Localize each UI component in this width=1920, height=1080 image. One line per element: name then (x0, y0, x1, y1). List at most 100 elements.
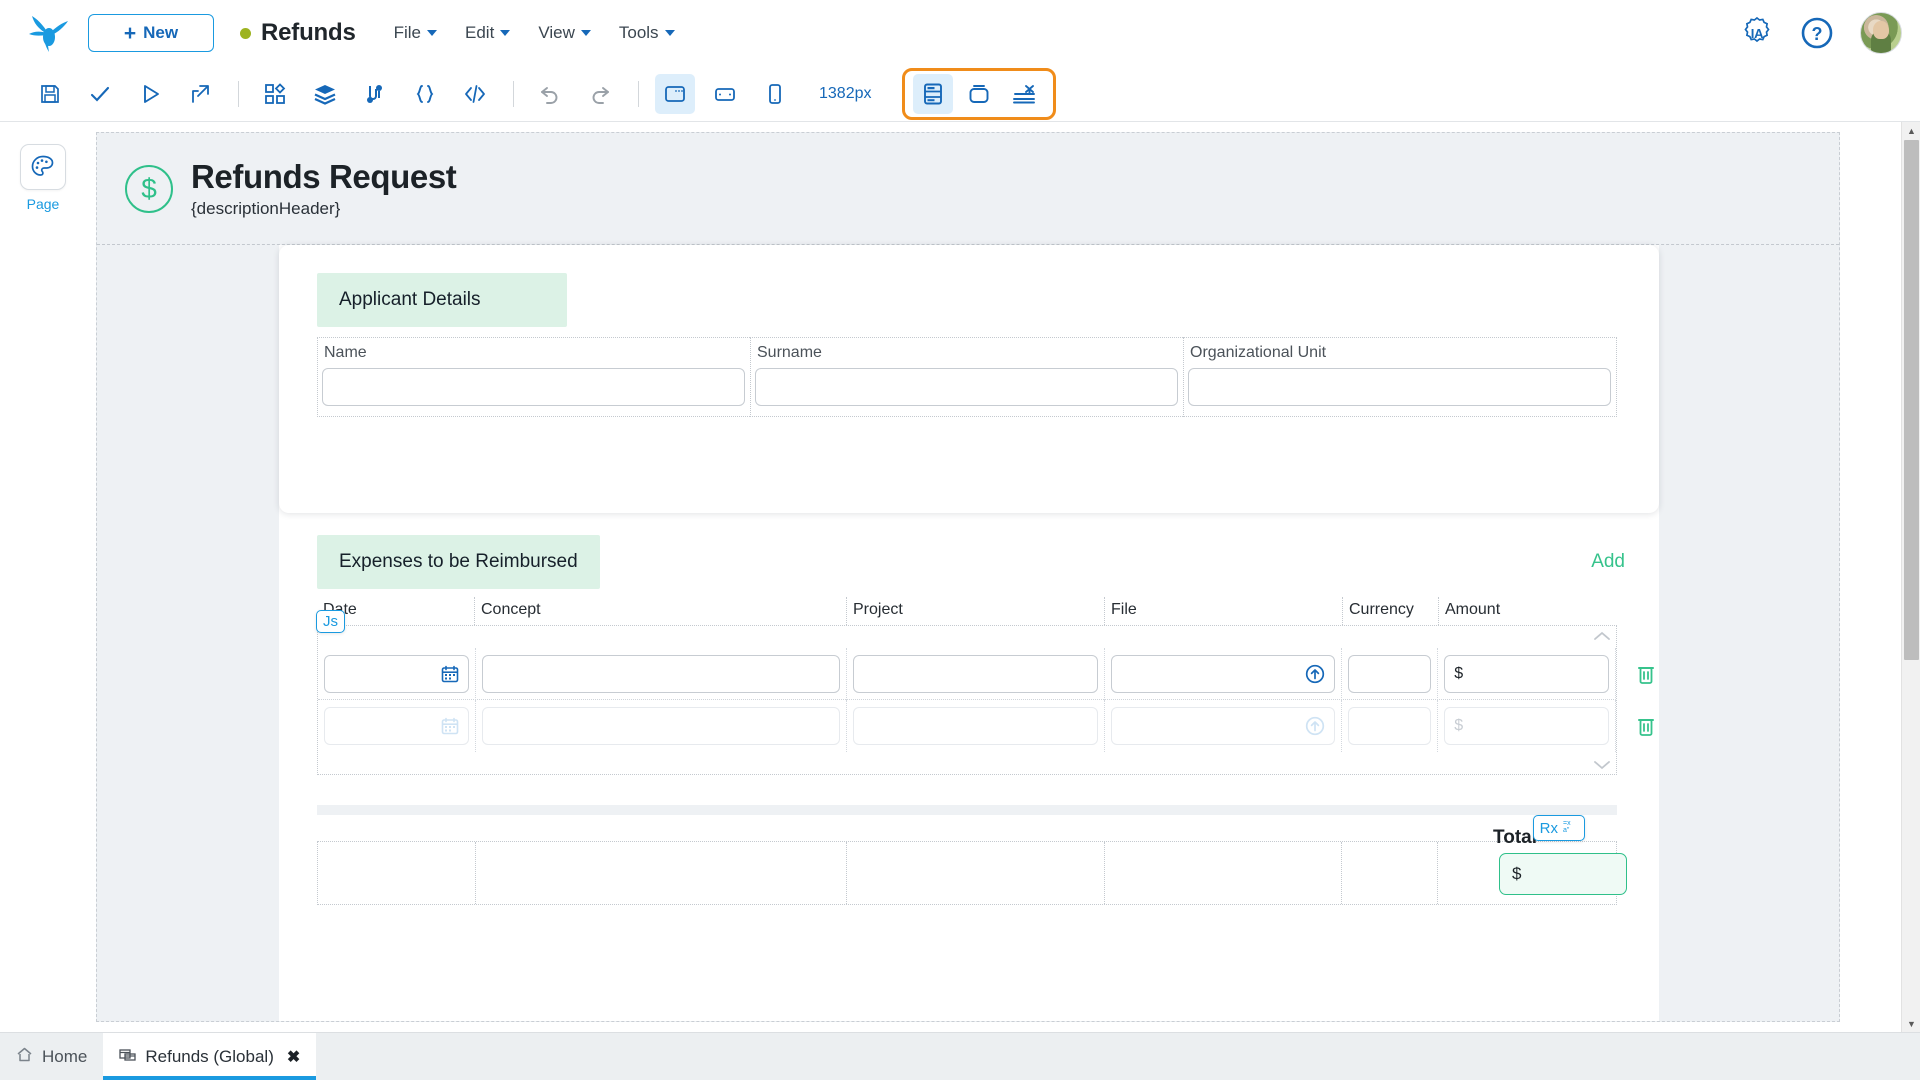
org-unit-input[interactable] (1188, 368, 1611, 406)
field-org-unit[interactable]: Organizational Unit (1183, 337, 1617, 417)
container-layout-button[interactable] (959, 74, 999, 114)
desktop-view-button[interactable] (655, 73, 695, 114)
menu-edit[interactable]: Edit (465, 23, 511, 43)
name-input[interactable] (322, 368, 745, 406)
genexus-logo-icon[interactable] (22, 10, 76, 56)
variables-button[interactable] (355, 74, 395, 114)
table-row[interactable]: $ (318, 647, 1654, 700)
page-subtitle: {descriptionHeader} (191, 199, 341, 218)
js-badge-label: Js (323, 613, 338, 630)
new-button[interactable]: + New (88, 14, 214, 52)
cell-file[interactable] (1105, 700, 1343, 752)
tablet-view-button[interactable] (705, 74, 745, 114)
menu-view[interactable]: View (538, 23, 591, 43)
project-input[interactable] (853, 654, 1098, 693)
rail-item-page[interactable]: Page (20, 144, 66, 212)
layers-button[interactable] (305, 74, 345, 114)
zoom-width-label: 1382px (819, 84, 872, 102)
field-surname[interactable]: Surname (750, 337, 1183, 417)
applicant-section-title: Applicant Details (317, 273, 567, 327)
phone-view-button[interactable] (755, 74, 795, 114)
date-input[interactable] (324, 707, 469, 745)
totals-grid[interactable] (317, 841, 1617, 905)
project-input[interactable] (853, 707, 1098, 745)
ia-assistant-icon[interactable]: IA (1740, 16, 1774, 50)
surname-input[interactable] (755, 368, 1178, 406)
file-input[interactable] (1110, 654, 1336, 693)
upload-circle-icon[interactable] (1305, 716, 1325, 736)
js-event-badge[interactable]: Js (316, 610, 345, 633)
trash-icon[interactable] (1634, 712, 1658, 740)
trash-icon[interactable] (1634, 660, 1658, 688)
main-toolbar: 1382px (0, 66, 1920, 122)
deploy-button[interactable] (180, 74, 220, 114)
table-row[interactable]: $ (318, 700, 1654, 752)
concept-input[interactable] (481, 707, 841, 745)
chevron-down-icon (427, 30, 438, 36)
totals-cell-date (318, 842, 476, 904)
rx-formula-badge[interactable]: Rx =x a" (1532, 815, 1585, 841)
calendar-icon[interactable] (441, 717, 459, 735)
expenses-grid: Date Concept Project File Currency Amoun… (316, 597, 1654, 775)
cell-currency[interactable] (1342, 700, 1439, 752)
form-layout-button[interactable] (912, 73, 953, 114)
code-view-button[interactable] (455, 74, 495, 114)
add-expense-link[interactable]: Add (1591, 551, 1625, 573)
document-title-group: Refunds (240, 19, 356, 47)
cell-date[interactable] (318, 700, 476, 752)
cell-concept[interactable] (476, 700, 848, 752)
cell-project[interactable] (847, 647, 1105, 700)
total-input[interactable]: $ (1499, 853, 1627, 895)
cell-amount[interactable]: $ (1438, 700, 1616, 752)
close-x-icon[interactable]: ✖ (287, 1047, 300, 1067)
field-name[interactable]: Name (317, 337, 750, 417)
page-header-band[interactable]: $ Refunds Request {descriptionHeader} (97, 133, 1839, 245)
cell-date[interactable] (318, 647, 476, 700)
calendar-icon[interactable] (441, 665, 459, 683)
conditions-button[interactable] (405, 74, 445, 114)
menu-tools[interactable]: Tools (619, 23, 675, 43)
alignment-button[interactable] (1005, 74, 1045, 114)
concept-input[interactable] (481, 654, 841, 693)
chevron-down-icon[interactable] (1592, 757, 1612, 771)
upload-circle-icon[interactable] (1305, 664, 1325, 684)
applicant-details-card[interactable]: Applicant Details Name Surname Organizat… (279, 245, 1659, 513)
redo-button[interactable] (580, 74, 620, 114)
canvas-vertical-scrollbar[interactable]: ▲ ▼ (1901, 122, 1920, 1032)
scroll-down-arrow[interactable]: ▼ (1902, 1015, 1920, 1032)
currency-input[interactable] (1348, 707, 1432, 745)
validate-button[interactable] (80, 74, 120, 114)
svg-text:=x: =x (1563, 820, 1571, 827)
undo-button[interactable] (530, 74, 570, 114)
tab-home[interactable]: Home (0, 1033, 103, 1080)
menu-file[interactable]: File (394, 23, 438, 43)
cell-amount[interactable]: $ (1438, 647, 1616, 700)
tab-refunds-global[interactable]: Refunds (Global) ✖ (103, 1033, 317, 1080)
scroll-up-arrow[interactable]: ▲ (1902, 122, 1920, 139)
date-input[interactable] (324, 654, 469, 693)
run-button[interactable] (130, 74, 170, 114)
amount-input[interactable]: $ (1444, 707, 1609, 745)
design-canvas[interactable]: $ Refunds Request {descriptionHeader} Ap… (96, 132, 1840, 1022)
currency-input[interactable] (1348, 654, 1432, 693)
cell-concept[interactable] (476, 647, 848, 700)
scrollbar-thumb[interactable] (1904, 140, 1919, 660)
chevron-down-icon (580, 30, 591, 36)
cell-currency[interactable] (1342, 647, 1439, 700)
amount-input[interactable]: $ (1444, 654, 1609, 693)
object-window-icon (119, 1046, 137, 1068)
user-avatar[interactable] (1860, 12, 1902, 54)
amount-value: $ (1454, 664, 1464, 682)
save-button[interactable] (30, 74, 70, 114)
cell-project[interactable] (847, 700, 1105, 752)
toolbar-divider (638, 80, 639, 107)
home-icon (16, 1046, 33, 1068)
column-header-file: File (1105, 597, 1343, 625)
question-mark-help-icon[interactable]: ? (1800, 16, 1834, 50)
column-header-currency: Currency (1343, 597, 1439, 625)
plus-icon: + (123, 21, 137, 45)
components-button[interactable] (255, 74, 295, 114)
cell-file[interactable] (1105, 647, 1343, 700)
file-input[interactable] (1110, 707, 1336, 745)
chevron-up-icon[interactable] (1592, 629, 1612, 643)
